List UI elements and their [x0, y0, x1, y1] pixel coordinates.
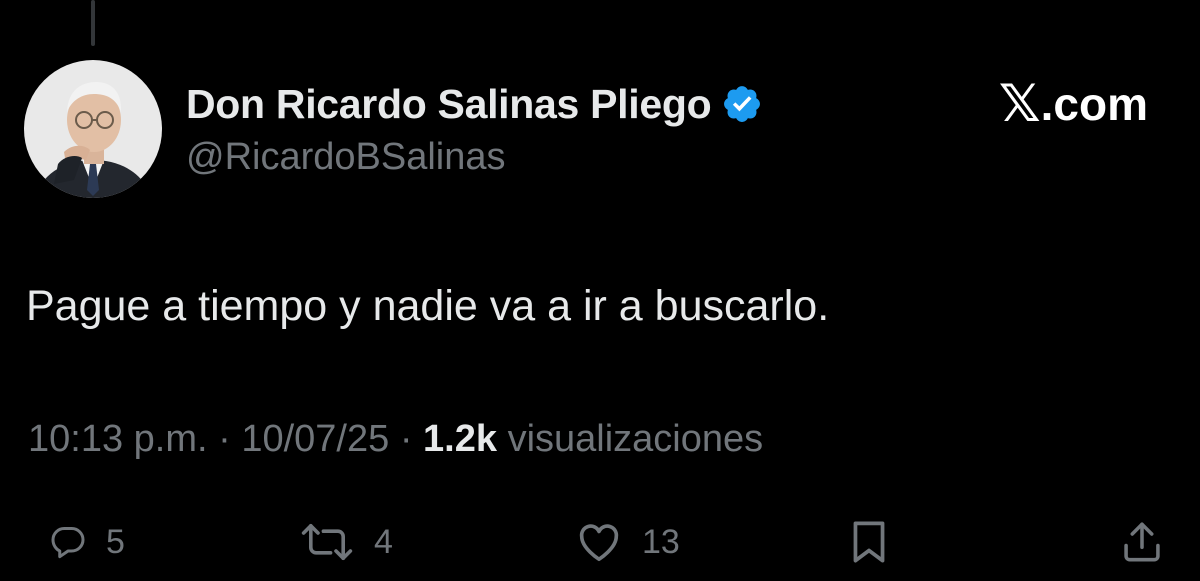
- heart-icon: [576, 522, 622, 562]
- repost-icon: [300, 522, 354, 562]
- avatar-photo: [24, 60, 162, 198]
- avatar[interactable]: [24, 60, 162, 198]
- share-icon: [1120, 519, 1164, 565]
- reply-count: 5: [106, 522, 125, 561]
- like-count: 13: [642, 522, 680, 561]
- reply-icon: [50, 524, 86, 560]
- author-row: Don Ricardo Salinas Pliego: [186, 76, 763, 132]
- views-label[interactable]: visualizaciones: [508, 418, 764, 460]
- action-bar: 5 4 13: [0, 510, 1200, 574]
- meta-separator: ·: [399, 418, 413, 460]
- like-button[interactable]: 13: [576, 510, 680, 574]
- x-com-watermark: 𝕏 .com: [999, 74, 1148, 134]
- tweet-date[interactable]: 10/07/25: [241, 418, 389, 460]
- reply-button[interactable]: 5: [50, 510, 125, 574]
- share-button[interactable]: [1120, 510, 1164, 574]
- author-display-name[interactable]: Don Ricardo Salinas Pliego: [186, 81, 712, 128]
- repost-count: 4: [374, 522, 393, 561]
- bookmark-icon: [852, 520, 886, 564]
- meta-separator: ·: [218, 418, 231, 460]
- bookmark-button[interactable]: [852, 510, 886, 574]
- views-count[interactable]: 1.2k: [423, 418, 497, 460]
- x-logo-icon: 𝕏: [998, 74, 1041, 134]
- repost-button[interactable]: 4: [300, 510, 393, 574]
- thread-connector-line: [91, 0, 95, 46]
- brand-domain-text: .com: [1040, 78, 1148, 130]
- author-handle[interactable]: @RicardoBSalinas: [186, 136, 506, 179]
- tweet-time[interactable]: 10:13 p.m.: [28, 418, 208, 460]
- verified-badge-icon[interactable]: [721, 83, 763, 125]
- tweet-meta: 10:13 p.m. · 10/07/25 · 1.2k visualizaci…: [28, 418, 763, 461]
- tweet-text: Pague a tiempo y nadie va a ir a buscarl…: [26, 282, 830, 330]
